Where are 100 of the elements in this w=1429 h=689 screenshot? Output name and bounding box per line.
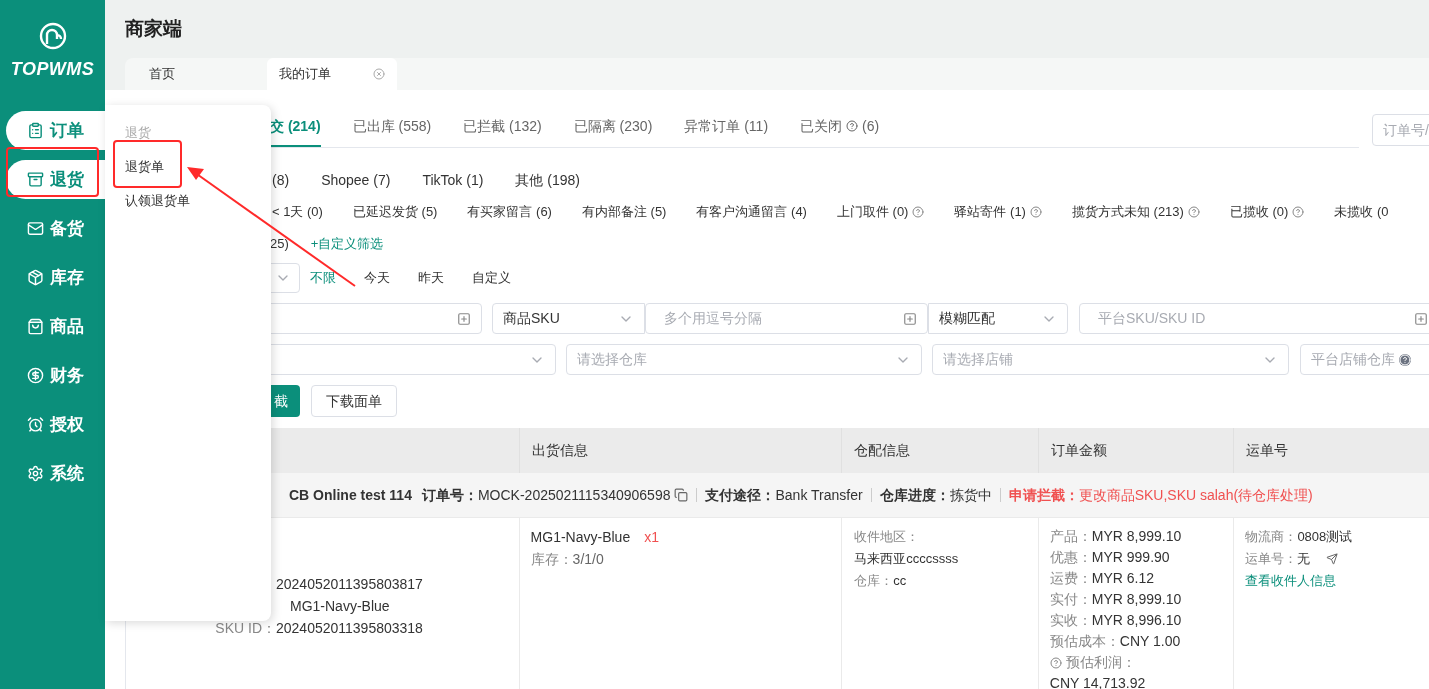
- field-value: CNY 14,713.92: [1049, 674, 1146, 689]
- field-label: 预估利润：: [1065, 653, 1136, 672]
- column-header: 运单号: [1246, 441, 1289, 460]
- field-label: 实付：: [1049, 590, 1092, 609]
- field-value: 无: [1297, 550, 1311, 568]
- quick-filter[interactable]: 揽货方式未知 (213): [1071, 202, 1184, 222]
- field-value: 3/1/0: [572, 550, 604, 569]
- sidebar-item[interactable]: 订单: [6, 111, 105, 150]
- column-header: 出货信息: [531, 441, 588, 460]
- field-label: 产品：: [1049, 527, 1092, 546]
- platform-filter[interactable]: Shopee (7): [321, 169, 391, 191]
- menu-icon: [27, 465, 44, 482]
- platform-filter[interactable]: TikTok (1): [422, 169, 484, 191]
- store-name: CB Online test 114: [289, 485, 412, 505]
- field-value: cc: [893, 572, 907, 590]
- quick-filter[interactable]: < 1天 (0): [272, 202, 323, 222]
- quantity: x1: [644, 528, 659, 547]
- sidebar-item[interactable]: 财务: [0, 356, 105, 395]
- quick-filter[interactable]: 有买家留言 (6): [467, 202, 552, 222]
- menu-item[interactable]: 退货单: [125, 157, 251, 177]
- date-filter[interactable]: 不限: [310, 268, 336, 288]
- action-button[interactable]: 下载面单: [311, 385, 397, 417]
- field-label: 库存：: [530, 550, 573, 569]
- quick-filter[interactable]: 驿站寄件 (1): [954, 202, 1026, 222]
- select-field[interactable]: 模糊匹配: [928, 303, 1068, 334]
- field-label: 优惠：: [1049, 548, 1092, 567]
- page-tab[interactable]: 我的订单: [267, 58, 397, 90]
- field-label: 物流商：: [1245, 528, 1298, 546]
- progress-status: 拣货中: [949, 485, 992, 505]
- field-label: 预估成本：: [1049, 632, 1120, 651]
- action-button[interactable]: 截: [270, 385, 300, 417]
- sidebar-item[interactable]: 授权: [0, 405, 105, 444]
- custom-filter-link[interactable]: +自定义筛选: [310, 234, 384, 254]
- page-title: 商家端: [125, 17, 183, 41]
- quick-filter[interactable]: 有客户沟通留言 (4): [696, 202, 807, 222]
- field-value: CNY 1.00: [1119, 632, 1181, 651]
- menu-icon: [27, 220, 44, 237]
- status-tab[interactable]: 已拦截 (132): [463, 107, 542, 147]
- menu-icon: [27, 318, 44, 335]
- menu-item[interactable]: 认领退货单: [125, 191, 251, 211]
- menu-icon: [27, 171, 44, 188]
- quick-filter[interactable]: 上门取件 (0): [836, 202, 909, 222]
- field-value: MYR 6.12: [1091, 569, 1155, 588]
- menu-icon: [27, 122, 44, 139]
- sidebar-item[interactable]: 退货: [6, 160, 105, 199]
- help-icon: [1029, 206, 1042, 218]
- field-value: MYR 999.90: [1091, 548, 1170, 567]
- plus-square-icon[interactable]: [903, 311, 917, 326]
- menu-icon: [27, 269, 44, 286]
- intercept-label: 申请拦截：: [1008, 485, 1079, 505]
- date-filter[interactable]: 昨天: [418, 268, 444, 288]
- payment-label: 支付途径：: [705, 485, 776, 505]
- send-icon[interactable]: [1326, 553, 1339, 565]
- field-value: MYR 8,996.10: [1091, 611, 1182, 630]
- quick-filter[interactable]: 未揽收 (0: [1334, 202, 1389, 222]
- plus-square-icon[interactable]: [1414, 311, 1428, 326]
- status-tab[interactable]: 已出库 (558): [352, 107, 432, 147]
- filter-count: 25): [270, 235, 289, 254]
- recipient-link[interactable]: 查看收件人信息: [1245, 570, 1429, 592]
- date-filter[interactable]: 今天: [364, 268, 390, 288]
- sidebar-item[interactable]: 系统: [0, 454, 105, 493]
- status-tab[interactable]: 已关闭 (6): [800, 107, 880, 147]
- column-header: 仓配信息: [854, 441, 911, 460]
- status-tab[interactable]: 异常订单 (11): [684, 107, 769, 147]
- plus-square-icon[interactable]: [457, 311, 471, 326]
- menu-icon: [27, 416, 44, 433]
- field-value: 0808测试: [1297, 528, 1353, 546]
- field-value: 2024052011395803817: [276, 575, 423, 594]
- field-label: 实收：: [1049, 611, 1092, 630]
- help-icon: [912, 206, 925, 218]
- field-value: 马来西亚ccccssss: [854, 550, 960, 568]
- quick-filter[interactable]: 已延迟发货 (5): [352, 202, 438, 222]
- menu-icon: [27, 367, 44, 384]
- field-value: MYR 8,999.10: [1091, 590, 1182, 609]
- sidebar-item[interactable]: 备货: [0, 209, 105, 248]
- order-number: MOCK-2025021115340906598: [477, 485, 671, 505]
- sku-name: MG1-Navy-Blue: [530, 528, 631, 547]
- menu-heading: 退货: [125, 124, 152, 142]
- field-label: 运费：: [1049, 569, 1092, 588]
- quick-filter[interactable]: 已揽收 (0): [1229, 202, 1289, 222]
- close-icon[interactable]: [373, 68, 385, 80]
- field-label: SKU ID：: [215, 620, 276, 636]
- help-icon: [1187, 206, 1200, 218]
- copy-icon[interactable]: [674, 488, 689, 502]
- select-field[interactable]: 商品SKU: [492, 303, 645, 334]
- order-number-label: 订单号：: [421, 485, 478, 505]
- logo-text: TOPWMS: [10, 58, 95, 81]
- help-icon: [1399, 353, 1411, 366]
- platform-filter[interactable]: (8): [272, 169, 290, 191]
- platform-filter[interactable]: 其他 (198): [515, 169, 580, 191]
- quick-filter[interactable]: 有内部备注 (5): [581, 202, 667, 222]
- field-value: MYR 8,999.10: [1091, 527, 1182, 546]
- sidebar-item[interactable]: 库存: [0, 258, 105, 297]
- status-tab[interactable]: 已隔离 (230): [573, 107, 653, 147]
- help-icon: [1292, 206, 1305, 218]
- page-tab[interactable]: 首页: [135, 58, 267, 90]
- sidebar-item[interactable]: 商品: [0, 307, 105, 346]
- field-label: 仓库：: [854, 572, 894, 590]
- date-filter[interactable]: 自定义: [472, 268, 511, 288]
- highlight-frame: [113, 140, 182, 188]
